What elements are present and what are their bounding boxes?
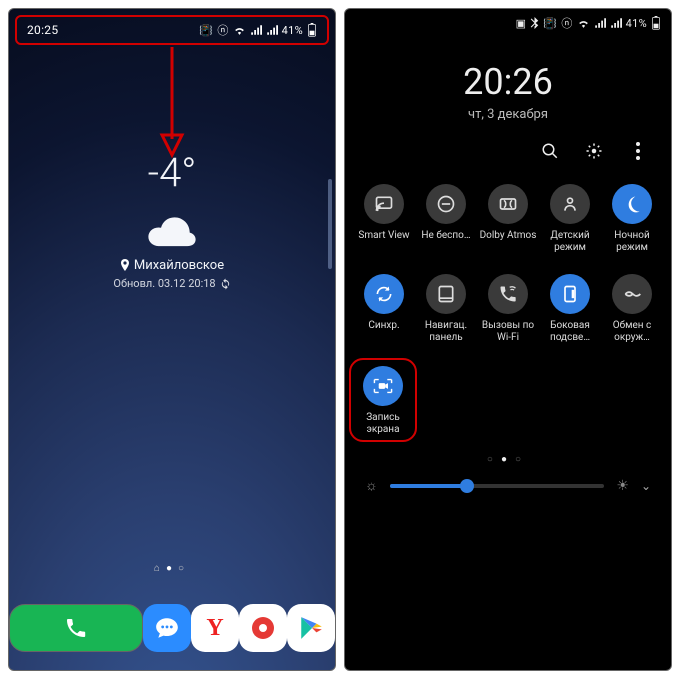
edge-icon — [550, 274, 590, 314]
panel-page-indicator: ○●○ — [345, 454, 671, 465]
tile-label: Ночной режим — [603, 230, 661, 254]
more-icon[interactable] — [627, 140, 649, 162]
vibrate-icon: 📳 — [199, 24, 213, 37]
battery-icon — [651, 16, 661, 30]
brightness-slider[interactable] — [390, 484, 605, 488]
tile-label: Синхр. — [368, 320, 399, 332]
navbar-icon — [426, 274, 466, 314]
phone-app[interactable] — [9, 604, 143, 652]
weather-widget[interactable]: -4° Михайловское Обновл. 03.12 20:18 — [9, 149, 335, 290]
battery-percent: 41% — [626, 17, 647, 30]
tile-nearby[interactable]: Обмен с окруж… — [603, 274, 661, 344]
cast-icon: ▣ — [516, 17, 527, 30]
screen-record-icon — [363, 366, 403, 406]
tile-label: Обмен с окруж… — [603, 320, 661, 344]
tile-label: Боковая подсве… — [541, 320, 599, 344]
status-bar[interactable]: 20:25 📳 ⓝ 41% — [15, 15, 329, 45]
weather-location: Михайловское — [134, 258, 224, 273]
tile-edge[interactable]: Боковая подсве… — [541, 274, 599, 344]
quick-settings-panel: ▣ 📳 ⓝ 41% 20:26 чт, 3 декабря — [344, 8, 672, 671]
battery-icon — [307, 23, 317, 37]
home-page-indicator: ⌂●○ — [9, 563, 335, 574]
wifi-icon — [577, 18, 590, 28]
vibrate-icon: 📳 — [543, 17, 557, 30]
pin-icon — [120, 259, 130, 271]
panel-actions — [345, 130, 671, 166]
nfc-icon: ⓝ — [217, 22, 228, 38]
tile-wificall[interactable]: Вызовы по Wi-Fi — [479, 274, 537, 344]
wificall-icon — [488, 274, 528, 314]
tile-label: Dolby Atmos — [480, 230, 537, 242]
messages-app[interactable] — [143, 604, 191, 652]
cast-icon — [364, 184, 404, 224]
tile-label: Не беспо… — [421, 230, 470, 242]
signal-icon — [250, 25, 262, 35]
tile-kids[interactable]: Детский режим — [541, 184, 599, 254]
tile-label: Запись экрана — [355, 412, 411, 436]
weather-updated-row: Обновл. 03.12 20:18 — [9, 277, 335, 290]
tile-screen-record[interactable]: Запись экрана — [353, 362, 413, 438]
wifi-icon — [233, 25, 246, 35]
kid-icon — [550, 184, 590, 224]
app-dock: Y — [9, 604, 335, 652]
tile-night[interactable]: Ночной режим — [603, 184, 661, 254]
annotation-arrow — [157, 47, 187, 157]
qs-tile-grid: Smart View Не беспо… Dolby Atmos Детский ре… — [345, 166, 671, 348]
nfc-icon: ⓝ — [561, 15, 572, 31]
tile-dolby[interactable]: Dolby Atmos — [479, 184, 537, 254]
refresh-icon[interactable] — [220, 278, 231, 289]
tile-navbar[interactable]: Навигац. панель — [417, 274, 475, 344]
panel-date: чт, 3 декабря — [345, 107, 671, 122]
tile-label: Детский режим — [541, 230, 599, 254]
tile-label: Smart View — [358, 230, 409, 242]
tile-sync[interactable]: Синхр. — [355, 274, 413, 344]
cloud-icon — [145, 214, 199, 252]
brightness-expand-icon[interactable]: ⌄ — [641, 479, 651, 493]
status-time: 20:25 — [27, 23, 58, 37]
brightness-row: ☼ ☀ ⌄ — [345, 471, 671, 494]
sync-icon — [364, 274, 404, 314]
weather-location-row: Михайловское — [9, 258, 335, 273]
tile-label: Навигац. панель — [417, 320, 475, 344]
minus-icon — [426, 184, 466, 224]
status-bar: ▣ 📳 ⓝ 41% — [345, 9, 671, 37]
bluetooth-icon — [530, 17, 539, 29]
signal-icon — [594, 18, 606, 28]
tile-dnd[interactable]: Не беспо… — [417, 184, 475, 254]
battery-percent: 41% — [282, 24, 303, 37]
brightness-high-icon: ☀ — [616, 478, 629, 494]
moon-icon — [612, 184, 652, 224]
share-icon — [612, 274, 652, 314]
tile-label: Вызовы по Wi-Fi — [479, 320, 537, 344]
signal-icon-2 — [266, 25, 278, 35]
signal-icon-2 — [610, 18, 622, 28]
search-icon[interactable] — [539, 140, 561, 162]
status-icons: ▣ 📳 ⓝ 41% — [516, 15, 661, 31]
brightness-low-icon: ☼ — [365, 477, 378, 494]
camera-app[interactable] — [239, 604, 287, 652]
qs-tile-row-3: Запись экрана — [345, 348, 671, 444]
edge-panel-handle[interactable] — [328, 179, 332, 269]
status-icons: 📳 ⓝ 41% — [199, 22, 317, 38]
weather-updated: Обновл. 03.12 20:18 — [113, 277, 215, 290]
settings-icon[interactable] — [583, 140, 605, 162]
tile-smartview[interactable]: Smart View — [355, 184, 413, 254]
panel-clock: 20:26 чт, 3 декабря — [345, 37, 671, 130]
home-screen: 20:25 📳 ⓝ 41% -4° — [8, 8, 336, 671]
play-store-app[interactable] — [287, 604, 335, 652]
dolby-icon — [488, 184, 528, 224]
panel-time: 20:26 — [345, 61, 671, 103]
yandex-app[interactable]: Y — [191, 604, 239, 652]
